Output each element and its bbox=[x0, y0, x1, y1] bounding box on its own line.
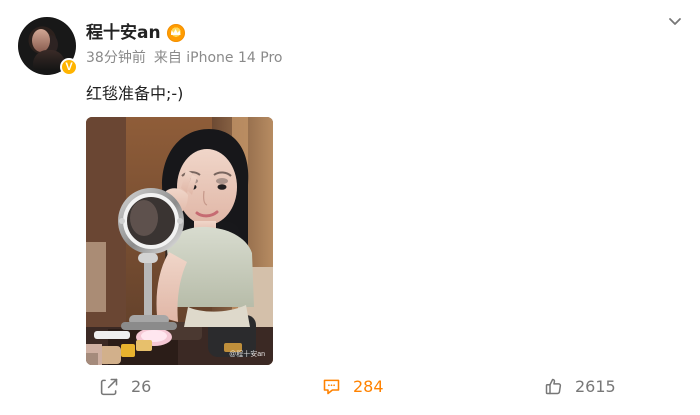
post-source: 来自 iPhone 14 Pro bbox=[153, 50, 283, 66]
repost-count: 26 bbox=[131, 377, 152, 396]
post-text: 红毯准备中;-) bbox=[86, 84, 184, 103]
post-time[interactable]: 38分钟前 bbox=[86, 50, 146, 66]
post-meta: 38分钟前 来自 iPhone 14 Pro bbox=[86, 51, 282, 65]
chevron-down-icon[interactable] bbox=[666, 13, 684, 31]
like-count: 2615 bbox=[575, 377, 616, 396]
author-avatar-wrap[interactable]: V bbox=[18, 17, 78, 76]
image-watermark: @程十安an bbox=[229, 351, 265, 358]
comment-button[interactable]: 284 bbox=[321, 376, 384, 397]
like-icon bbox=[545, 378, 562, 395]
author-row: 程十安an bbox=[86, 24, 185, 42]
post-image[interactable]: @程十安an bbox=[86, 117, 273, 365]
repost-icon bbox=[100, 378, 118, 396]
repost-button[interactable]: 26 bbox=[99, 376, 151, 397]
comment-icon bbox=[323, 379, 340, 395]
photo-illustration bbox=[86, 117, 273, 365]
author-name[interactable]: 程十安an bbox=[86, 24, 161, 42]
comment-count: 284 bbox=[353, 377, 384, 396]
like-button[interactable]: 2615 bbox=[543, 376, 616, 397]
weibo-post-card: V 程十安an 38分钟前来自 iPhone 14 Pro 红毯准备中;-) bbox=[0, 0, 700, 415]
verified-badge-icon: V bbox=[60, 58, 78, 76]
crown-badge-icon bbox=[166, 24, 185, 42]
post-actions: 26 284 2615 bbox=[0, 372, 700, 402]
